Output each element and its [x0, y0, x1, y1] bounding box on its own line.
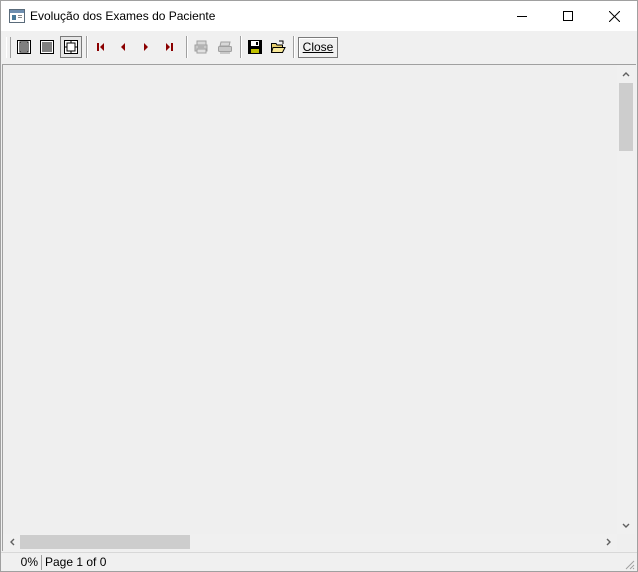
report-preview-window: Evolução dos Exames do Paciente Close 0%… — [0, 0, 638, 572]
previous-page-button[interactable] — [112, 36, 134, 58]
printer-setup-icon — [194, 40, 208, 54]
vertical-scrollbar[interactable] — [617, 65, 635, 534]
whole-page-button[interactable] — [13, 36, 35, 58]
last-page-icon — [166, 43, 173, 51]
toolbar-grip — [6, 37, 11, 58]
scroll-up-button[interactable] — [617, 65, 635, 82]
toolbar-separator — [293, 36, 295, 58]
toolbar-separator — [186, 36, 188, 58]
page-indicator: Page 1 of 0 — [45, 555, 107, 569]
print-button[interactable] — [214, 36, 236, 58]
minimize-button[interactable] — [499, 1, 545, 31]
zoom-100-button[interactable] — [60, 36, 82, 58]
open-button[interactable] — [267, 36, 289, 58]
status-bar: 0% Page 1 of 0 — [1, 552, 637, 571]
previous-page-icon — [121, 43, 125, 51]
window-title: Evolução dos Exames do Paciente — [30, 9, 216, 23]
chevron-right-icon — [606, 538, 611, 546]
printer-setup-button[interactable] — [190, 36, 212, 58]
whole-page-icon — [17, 40, 31, 54]
title-bar: Evolução dos Exames do Paciente — [1, 1, 637, 31]
scroll-left-button[interactable] — [3, 534, 20, 550]
toolbar-separator — [240, 36, 242, 58]
chevron-up-icon — [622, 71, 630, 76]
app-icon — [9, 9, 25, 23]
scroll-right-button[interactable] — [600, 534, 617, 550]
toolbar-separator — [86, 36, 88, 58]
printer-icon — [218, 41, 232, 54]
first-page-icon — [97, 43, 104, 51]
save-button[interactable] — [244, 36, 266, 58]
progress-percent: 0% — [3, 555, 42, 570]
close-report-button[interactable]: Close — [298, 37, 338, 58]
page-width-icon — [40, 40, 54, 54]
next-page-icon — [144, 43, 148, 51]
window-close-button[interactable] — [591, 1, 637, 31]
close-button-label: Close — [302, 40, 334, 54]
chevron-down-icon — [622, 523, 630, 528]
scroll-down-button[interactable] — [617, 517, 635, 534]
next-page-button[interactable] — [135, 36, 157, 58]
first-page-button[interactable] — [90, 36, 112, 58]
maximize-button[interactable] — [545, 1, 591, 31]
toolbar: Close — [1, 32, 637, 63]
page-width-button[interactable] — [36, 36, 58, 58]
horizontal-scroll-thumb[interactable] — [20, 535, 190, 549]
chevron-left-icon — [9, 538, 14, 546]
floppy-disk-icon — [248, 40, 262, 54]
maximize-icon — [563, 11, 573, 21]
zoom-100-icon — [64, 40, 78, 54]
report-preview-area[interactable] — [2, 64, 636, 551]
close-icon — [608, 10, 620, 22]
minimize-icon — [517, 16, 527, 17]
size-grip-icon[interactable] — [623, 558, 635, 570]
open-folder-icon — [270, 40, 286, 53]
last-page-button[interactable] — [158, 36, 180, 58]
horizontal-scrollbar[interactable] — [3, 534, 617, 550]
vertical-scroll-thumb[interactable] — [619, 83, 633, 151]
